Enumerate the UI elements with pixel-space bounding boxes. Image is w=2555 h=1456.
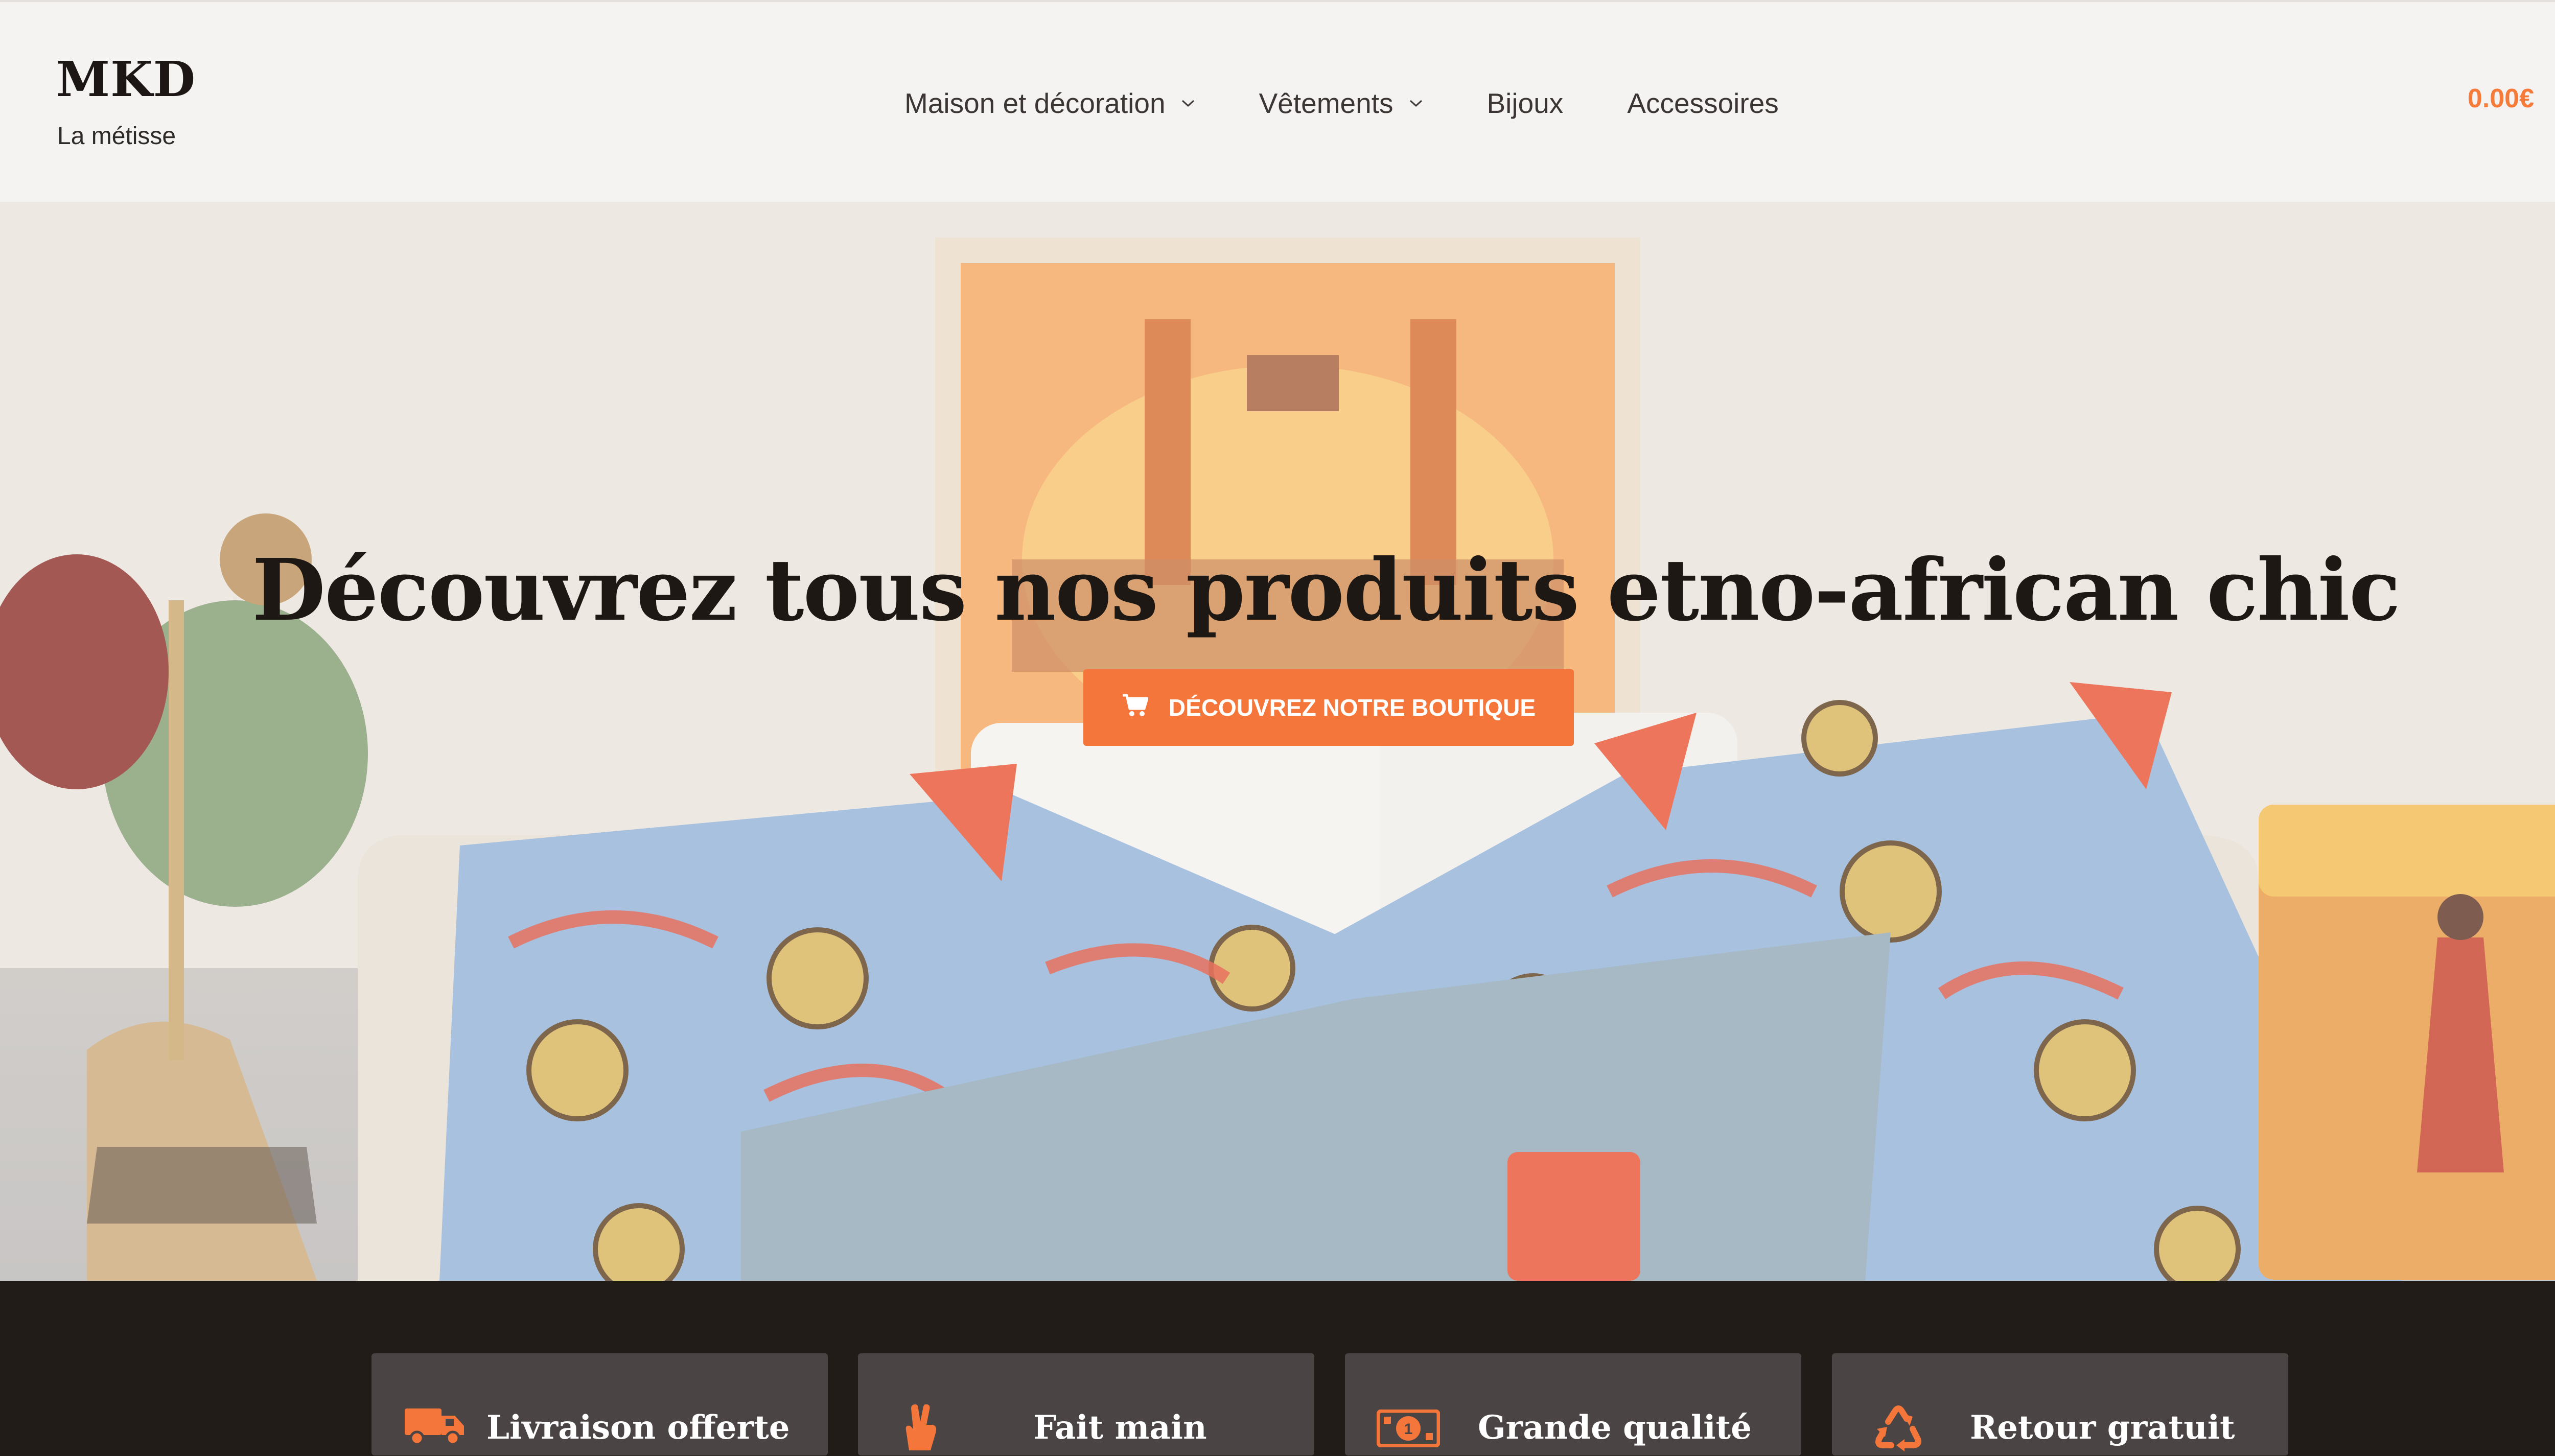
feature-title: Fait main — [1033, 1408, 1207, 1447]
hero-banner: Découvrez tous nos produits etno-african… — [0, 202, 2555, 1281]
nav-item-label: Vêtements — [1259, 87, 1393, 119]
feature-card-retour: Retour gratuit — [1832, 1353, 2288, 1455]
feature-card-fait-main: Fait main — [858, 1353, 1314, 1455]
svg-text:1: 1 — [1404, 1421, 1413, 1438]
site-tagline: La métisse — [57, 123, 176, 150]
site-header: MKD La métisse Maison et décoration Vête… — [0, 0, 2555, 202]
discover-shop-button[interactable]: DÉCOUVREZ NOTRE BOUTIQUE — [1083, 669, 1574, 746]
nav-item-label: Bijoux — [1486, 87, 1564, 119]
chevron-down-icon — [1181, 99, 1195, 108]
hero-heading: Découvrez tous nos produits etno-african… — [252, 541, 2401, 640]
feature-card-livraison: Livraison offerte — [371, 1353, 828, 1455]
main-nav: Maison et décoration Vêtements Bijoux Ac… — [904, 87, 1779, 120]
feature-card-qualite: 1 Grande qualité — [1345, 1353, 1801, 1455]
header-cart[interactable]: 0.00€ 0 — [2468, 79, 2555, 119]
site-title[interactable]: MKD — [56, 55, 196, 104]
nav-item-label: Accessoires — [1627, 87, 1779, 119]
hand-icon — [899, 1404, 945, 1453]
nav-item-bijoux[interactable]: Bijoux — [1487, 87, 1564, 120]
discover-shop-label: DÉCOUVREZ NOTRE BOUTIQUE — [1168, 694, 1536, 721]
money-icon: 1 — [1376, 1409, 1441, 1450]
cart-total: 0.00€ — [2467, 84, 2534, 113]
nav-item-vetements[interactable]: Vêtements — [1259, 87, 1423, 120]
features-band: Livraison offerte Fait main 1 Grande qua… — [0, 1281, 2555, 1455]
chevron-down-icon — [1409, 99, 1423, 108]
recycle-icon — [1873, 1404, 1924, 1456]
shopping-cart-icon — [1122, 693, 1169, 722]
nav-item-label: Maison et décoration — [904, 87, 1166, 119]
nav-item-maison-decoration[interactable]: Maison et décoration — [904, 87, 1195, 120]
feature-title: Grande qualité — [1478, 1408, 1752, 1447]
nav-item-accessoires[interactable]: Accessoires — [1627, 87, 1778, 120]
feature-title: Livraison offerte — [486, 1408, 790, 1447]
feature-title: Retour gratuit — [1970, 1408, 2235, 1447]
truck-icon — [405, 1404, 466, 1448]
